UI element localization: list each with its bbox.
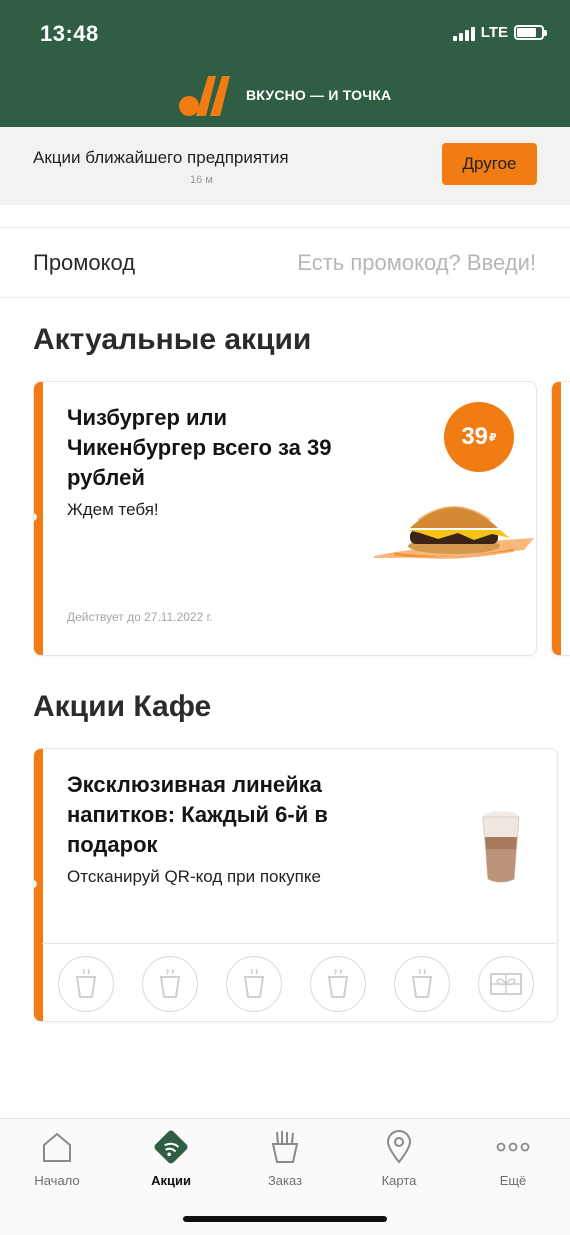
- promo-card-next[interactable]: [551, 381, 570, 656]
- stamp-slot-5: [394, 956, 450, 1012]
- coffee-cup-icon: [75, 969, 97, 998]
- network-type: LTE: [480, 24, 508, 41]
- stamp-divider: [42, 943, 557, 944]
- coffee-cup-icon: [159, 969, 181, 998]
- promo-card-validity: Действует до 27.11.2022 г.: [67, 610, 213, 624]
- coffee-cup-icon: [243, 969, 265, 998]
- card-accent-bar: [552, 382, 561, 655]
- promo-card-title: Чизбургер или Чикенбургер всего за 39 ру…: [67, 405, 332, 490]
- brand-name: ВКУСНО — И ТОЧКА: [246, 87, 392, 103]
- map-pin-icon: [386, 1130, 412, 1164]
- nav-label-promotions: Акции: [151, 1173, 191, 1188]
- nav-label-home: Начало: [34, 1173, 80, 1188]
- nearest-store-bar: Акции ближайшего предприятия 16 м Другое: [0, 127, 570, 205]
- logo-icon: [179, 76, 230, 116]
- status-time: 13:48: [40, 21, 99, 46]
- promo-code-label: Промокод: [33, 250, 136, 275]
- signal-icon: [452, 25, 475, 41]
- coffee-cup-icon: [411, 969, 433, 998]
- promo-code-row[interactable]: Промокод Есть промокод? Введи!: [0, 227, 570, 298]
- stamp-slot-3: [226, 956, 282, 1012]
- promo-icon: [154, 1130, 188, 1164]
- price-badge: 39 ₽: [444, 402, 514, 472]
- battery-icon: [514, 25, 547, 40]
- cafe-card-title: Эксклюзивная линейка напитков: Каждый 6-…: [67, 772, 328, 857]
- app-header: 13:48 LTE ВКУСНО — И ТОЧКА: [0, 0, 570, 127]
- nav-item-home[interactable]: Начало: [0, 1119, 114, 1209]
- cafe-card-subtitle: Отсканируй QR-код при покупке: [67, 867, 321, 886]
- nav-label-order: Заказ: [267, 1173, 303, 1188]
- stamp-slot-2: [142, 956, 198, 1012]
- store-title: Акции ближайшего предприятия: [33, 148, 289, 167]
- nav-item-order[interactable]: Заказ: [228, 1119, 342, 1209]
- other-store-button[interactable]: Другое: [442, 143, 537, 185]
- gift-icon: [490, 973, 522, 995]
- status-indicators: LTE: [452, 24, 547, 41]
- stamp-slot-1: [58, 956, 114, 1012]
- cafe-promotions-title: Акции Кафе: [33, 690, 212, 723]
- home-icon: [43, 1132, 71, 1162]
- nav-label-map: Карта: [381, 1173, 417, 1188]
- store-distance: 16 м: [190, 174, 213, 186]
- stamp-slot-4: [310, 956, 366, 1012]
- stamp-slot-gift: [478, 956, 534, 1012]
- promo-card-subtitle: Ждем тебя!: [67, 500, 159, 519]
- fries-icon: [271, 1131, 299, 1163]
- nav-label-more: Ещё: [499, 1173, 527, 1188]
- burger-image: [374, 506, 534, 559]
- coffee-cup-icon: [327, 969, 349, 998]
- nav-item-more[interactable]: Ещё: [456, 1119, 570, 1209]
- current-promotions-title: Актуальные акции: [33, 323, 312, 356]
- nav-item-map[interactable]: Карта: [342, 1119, 456, 1209]
- more-icon: [496, 1142, 530, 1152]
- brand-logo: ВКУСНО — И ТОЧКА: [178, 72, 391, 118]
- home-indicator: [183, 1216, 387, 1222]
- nav-item-promotions[interactable]: Акции: [114, 1119, 228, 1209]
- promo-code-input[interactable]: Есть промокод? Введи!: [297, 250, 536, 276]
- promotions-screen: 13:48 LTE ВКУСНО — И ТОЧКА Акции ближайш…: [0, 0, 570, 1235]
- coffee-cup-image: [482, 811, 520, 883]
